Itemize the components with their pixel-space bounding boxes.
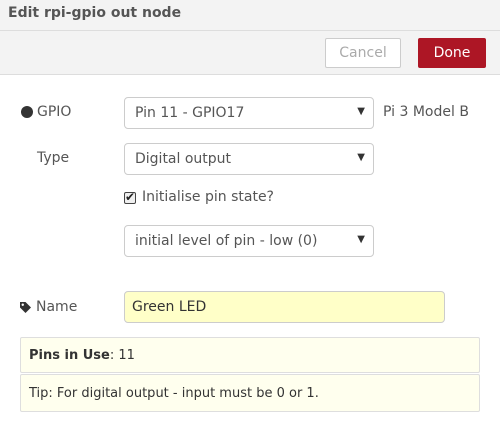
pins-in-use-box: Pins in Use: 11 (20, 337, 480, 373)
caret-down-icon: ▼ (357, 152, 365, 163)
gpio-circle-icon (21, 106, 33, 118)
initial-level-select-value: initial level of pin - low (0) (135, 233, 318, 249)
dialog-button-bar: Cancel Done (0, 31, 500, 75)
initialise-checkbox[interactable]: ✔ (124, 190, 136, 204)
tag-icon (20, 302, 31, 313)
name-label: Name (36, 299, 78, 315)
pins-in-use-value: : 11 (109, 348, 135, 363)
tip-box: Tip: For digital output - input must be … (20, 374, 480, 412)
cancel-button[interactable]: Cancel (325, 38, 401, 68)
type-select-value: Digital output (135, 151, 232, 167)
pins-in-use-text: Pins in Use: 11 (29, 348, 135, 363)
type-label: Type (37, 150, 70, 166)
dialog-title-bar: Edit rpi-gpio out node (0, 0, 500, 31)
name-input[interactable]: Green LED (124, 291, 445, 323)
dialog-title: Edit rpi-gpio out node (8, 5, 182, 21)
name-input-value: Green LED (132, 299, 207, 315)
gpio-select[interactable]: Pin 11 - GPIO17 ▼ (124, 97, 374, 129)
initialise-label: Initialise pin state? (142, 189, 274, 205)
board-model-text: Pi 3 Model B (383, 104, 469, 120)
gpio-select-value: Pin 11 - GPIO17 (135, 105, 245, 121)
done-button[interactable]: Done (418, 38, 486, 68)
checkmark-icon: ✔ (125, 190, 136, 204)
caret-down-icon: ▼ (357, 234, 365, 245)
caret-down-icon: ▼ (357, 106, 365, 117)
pins-in-use-label: Pins in Use (29, 348, 110, 363)
tip-text: Tip: For digital output - input must be … (29, 386, 319, 401)
type-select[interactable]: Digital output ▼ (124, 143, 374, 175)
initial-level-select[interactable]: initial level of pin - low (0) ▼ (124, 225, 374, 257)
gpio-label: GPIO (37, 104, 72, 120)
